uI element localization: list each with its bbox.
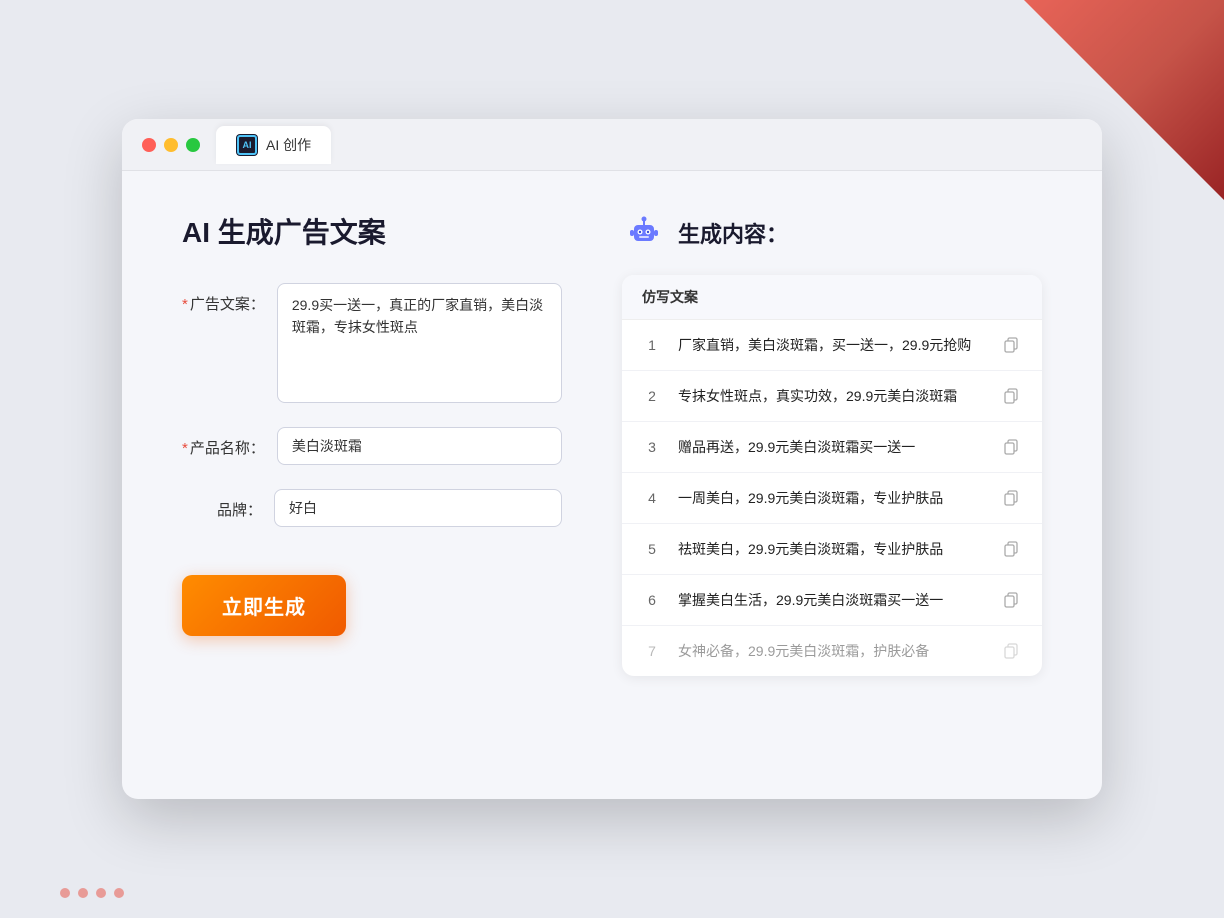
bg-dot-3: [96, 888, 106, 898]
close-button[interactable]: [142, 138, 156, 152]
result-header: 生成内容：: [622, 211, 1042, 255]
brand-input[interactable]: [274, 489, 562, 527]
bg-dot-2: [78, 888, 88, 898]
row-number: 2: [642, 388, 662, 404]
result-row: 4 一周美白，29.9元美白淡斑霜，专业护肤品: [622, 473, 1042, 524]
tab-icon-text: AI: [243, 140, 252, 150]
results-list: 1 厂家直销，美白淡斑霜，买一送一，29.9元抢购 2 专抹女性斑点，真实功效，…: [622, 320, 1042, 676]
row-text: 掌握美白生活，29.9元美白淡斑霜买一送一: [678, 590, 984, 611]
ad-copy-label: *广告文案：: [182, 283, 265, 314]
generate-button[interactable]: 立即生成: [182, 575, 346, 636]
bg-dot-1: [60, 888, 70, 898]
copy-icon[interactable]: [1000, 589, 1022, 611]
robot-icon: [622, 211, 666, 255]
copy-icon[interactable]: [1000, 640, 1022, 662]
row-number: 3: [642, 439, 662, 455]
copy-icon[interactable]: [1000, 385, 1022, 407]
minimize-button[interactable]: [164, 138, 178, 152]
product-name-group: *产品名称：: [182, 427, 562, 465]
row-number: 4: [642, 490, 662, 506]
ad-copy-input[interactable]: [277, 283, 562, 403]
main-content: AI 生成广告文案 *广告文案： *产品名称： 品牌： 立: [122, 171, 1102, 791]
row-text: 厂家直销，美白淡斑霜，买一送一，29.9元抢购: [678, 335, 984, 356]
copy-icon[interactable]: [1000, 538, 1022, 560]
maximize-button[interactable]: [186, 138, 200, 152]
row-number: 7: [642, 643, 662, 659]
result-row: 5 祛斑美白，29.9元美白淡斑霜，专业护肤品: [622, 524, 1042, 575]
window-controls: [142, 138, 200, 152]
result-row: 6 掌握美白生活，29.9元美白淡斑霜买一送一: [622, 575, 1042, 626]
page-title: AI 生成广告文案: [182, 211, 562, 251]
row-text: 女神必备，29.9元美白淡斑霜，护肤必备: [678, 641, 984, 662]
ad-copy-group: *广告文案：: [182, 283, 562, 403]
browser-window: AI AI 创作 AI 生成广告文案 *广告文案： *产品名称：: [122, 119, 1102, 799]
ai-tab-icon: AI: [236, 134, 258, 156]
right-panel: 生成内容： 仿写文案 1 厂家直销，美白淡斑霜，买一送一，29.9元抢购 2 专…: [622, 211, 1042, 751]
result-row: 7 女神必备，29.9元美白淡斑霜，护肤必备: [622, 626, 1042, 676]
tab-label: AI 创作: [266, 135, 311, 155]
results-container: 仿写文案 1 厂家直销，美白淡斑霜，买一送一，29.9元抢购 2 专抹女性斑点，…: [622, 275, 1042, 676]
result-row: 2 专抹女性斑点，真实功效，29.9元美白淡斑霜: [622, 371, 1042, 422]
column-header: 仿写文案: [642, 289, 698, 305]
brand-group: 品牌：: [182, 489, 562, 527]
results-header-row: 仿写文案: [622, 275, 1042, 320]
result-title: 生成内容：: [678, 217, 788, 249]
row-number: 1: [642, 337, 662, 353]
product-name-label: *产品名称：: [182, 427, 265, 458]
bg-deco-bottom-left: [60, 888, 124, 898]
result-row: 3 赠品再送，29.9元美白淡斑霜买一送一: [622, 422, 1042, 473]
row-number: 5: [642, 541, 662, 557]
copy-icon[interactable]: [1000, 487, 1022, 509]
tab-ai-creation[interactable]: AI AI 创作: [216, 126, 331, 164]
ad-copy-required: *: [182, 296, 188, 313]
row-text: 祛斑美白，29.9元美白淡斑霜，专业护肤品: [678, 539, 984, 560]
row-number: 6: [642, 592, 662, 608]
product-name-required: *: [182, 440, 188, 457]
left-panel: AI 生成广告文案 *广告文案： *产品名称： 品牌： 立: [182, 211, 562, 751]
brand-label: 品牌：: [182, 489, 262, 520]
row-text: 赠品再送，29.9元美白淡斑霜买一送一: [678, 437, 984, 458]
product-name-input[interactable]: [277, 427, 562, 465]
row-text: 专抹女性斑点，真实功效，29.9元美白淡斑霜: [678, 386, 984, 407]
row-text: 一周美白，29.9元美白淡斑霜，专业护肤品: [678, 488, 984, 509]
copy-icon[interactable]: [1000, 436, 1022, 458]
copy-icon[interactable]: [1000, 334, 1022, 356]
title-bar: AI AI 创作: [122, 119, 1102, 171]
bg-dot-4: [114, 888, 124, 898]
result-row: 1 厂家直销，美白淡斑霜，买一送一，29.9元抢购: [622, 320, 1042, 371]
